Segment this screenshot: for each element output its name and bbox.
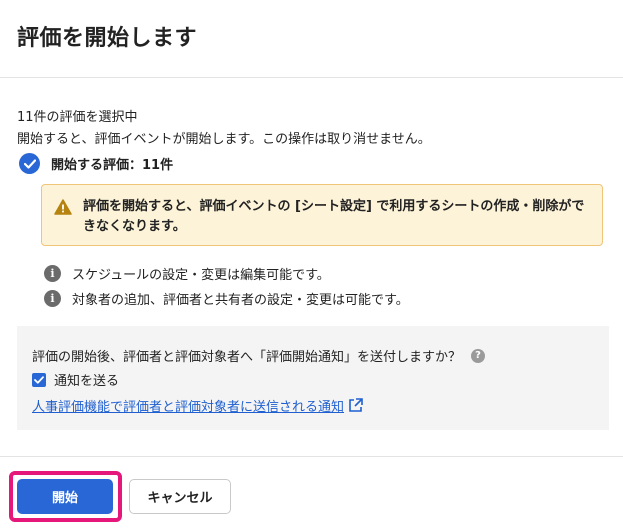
notification-link[interactable]: 人事評価機能で評価者と評価対象者に送信される通知: [32, 396, 344, 415]
info-icon: i: [44, 265, 61, 282]
notify-checkbox-row[interactable]: 通知を送る: [32, 370, 119, 389]
notify-checkbox[interactable]: [32, 372, 46, 387]
cancel-button[interactable]: キャンセル: [129, 479, 231, 514]
info-text: スケジュールの設定・変更は編集可能です。: [72, 268, 330, 283]
start-notice-text: 開始すると、評価イベントが開始します。この操作は取り消せません。: [17, 132, 431, 147]
dialog-header: 評価を開始します: [0, 0, 623, 78]
start-count-label: 開始する評価：11件: [51, 158, 174, 173]
notification-question-text: 評価の開始後、評価者と評価対象者へ「評価開始通知」を送付しますか？: [32, 350, 462, 365]
start-count-row: 開始する評価：11件: [19, 153, 173, 174]
warning-box: 評価を開始すると、評価イベントの [シート設定] で利用するシートの作成・削除が…: [41, 184, 603, 246]
footer-divider: [0, 456, 623, 457]
warning-text: 評価を開始すると、評価イベントの [シート設定] で利用するシートの作成・削除が…: [83, 199, 585, 234]
notification-link-row[interactable]: 人事評価機能で評価者と評価対象者に送信される通知: [32, 396, 364, 415]
info-item-schedule: i スケジュールの設定・変更は編集可能です。: [44, 264, 330, 283]
help-icon[interactable]: ?: [471, 348, 486, 363]
selected-count-text: 11件の評価を選択中: [17, 110, 138, 125]
check-circle-icon: [19, 153, 40, 174]
notification-panel: 評価の開始後、評価者と評価対象者へ「評価開始通知」を送付しますか？ ? 通知を送…: [17, 326, 609, 430]
info-icon: i: [44, 290, 61, 307]
info-item-assignees: i 対象者の追加、評価者と共有者の設定・変更は可能です。: [44, 289, 409, 308]
info-text: 対象者の追加、評価者と共有者の設定・変更は可能です。: [72, 293, 409, 308]
external-link-icon[interactable]: [347, 397, 364, 414]
warning-icon: [54, 199, 72, 215]
dialog-title: 評価を開始します: [17, 26, 198, 51]
notification-question: 評価の開始後、評価者と評価対象者へ「評価開始通知」を送付しますか？ ?: [32, 346, 486, 365]
notify-checkbox-label[interactable]: 通知を送る: [54, 370, 119, 389]
start-button[interactable]: 開始: [17, 479, 113, 514]
